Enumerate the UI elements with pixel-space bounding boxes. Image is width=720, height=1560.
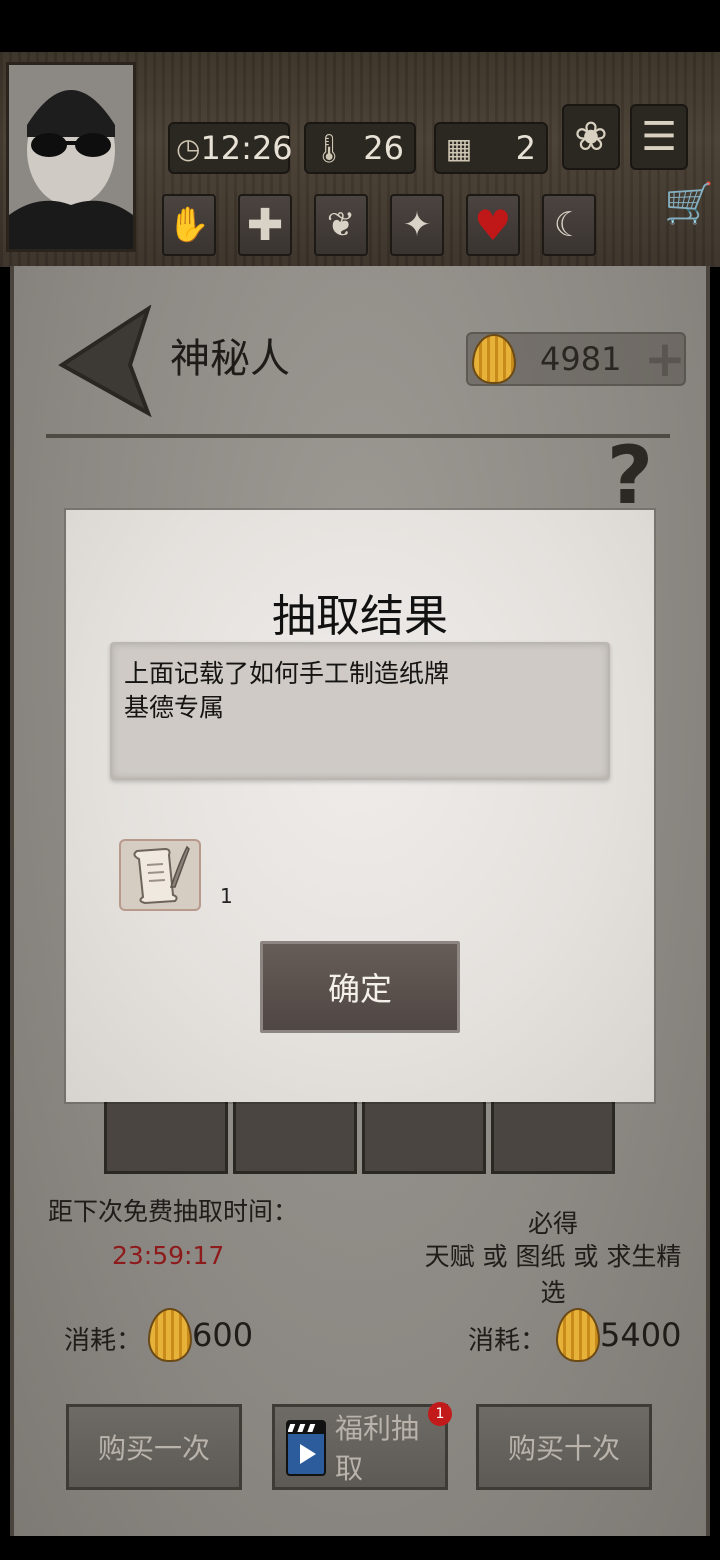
result-line: 基德专属: [124, 693, 225, 722]
result-line: 上面记载了如何手工制造纸牌: [124, 659, 450, 688]
system-nav-bar: [0, 1536, 720, 1560]
scroll-item-slot[interactable]: [119, 839, 201, 911]
item-count: 1: [220, 884, 233, 908]
scroll-quill-icon: [133, 845, 190, 905]
confirm-button[interactable]: 确定: [260, 941, 460, 1033]
confirm-label: 确定: [327, 970, 392, 1008]
dialog-title: 抽取结果: [272, 591, 448, 642]
